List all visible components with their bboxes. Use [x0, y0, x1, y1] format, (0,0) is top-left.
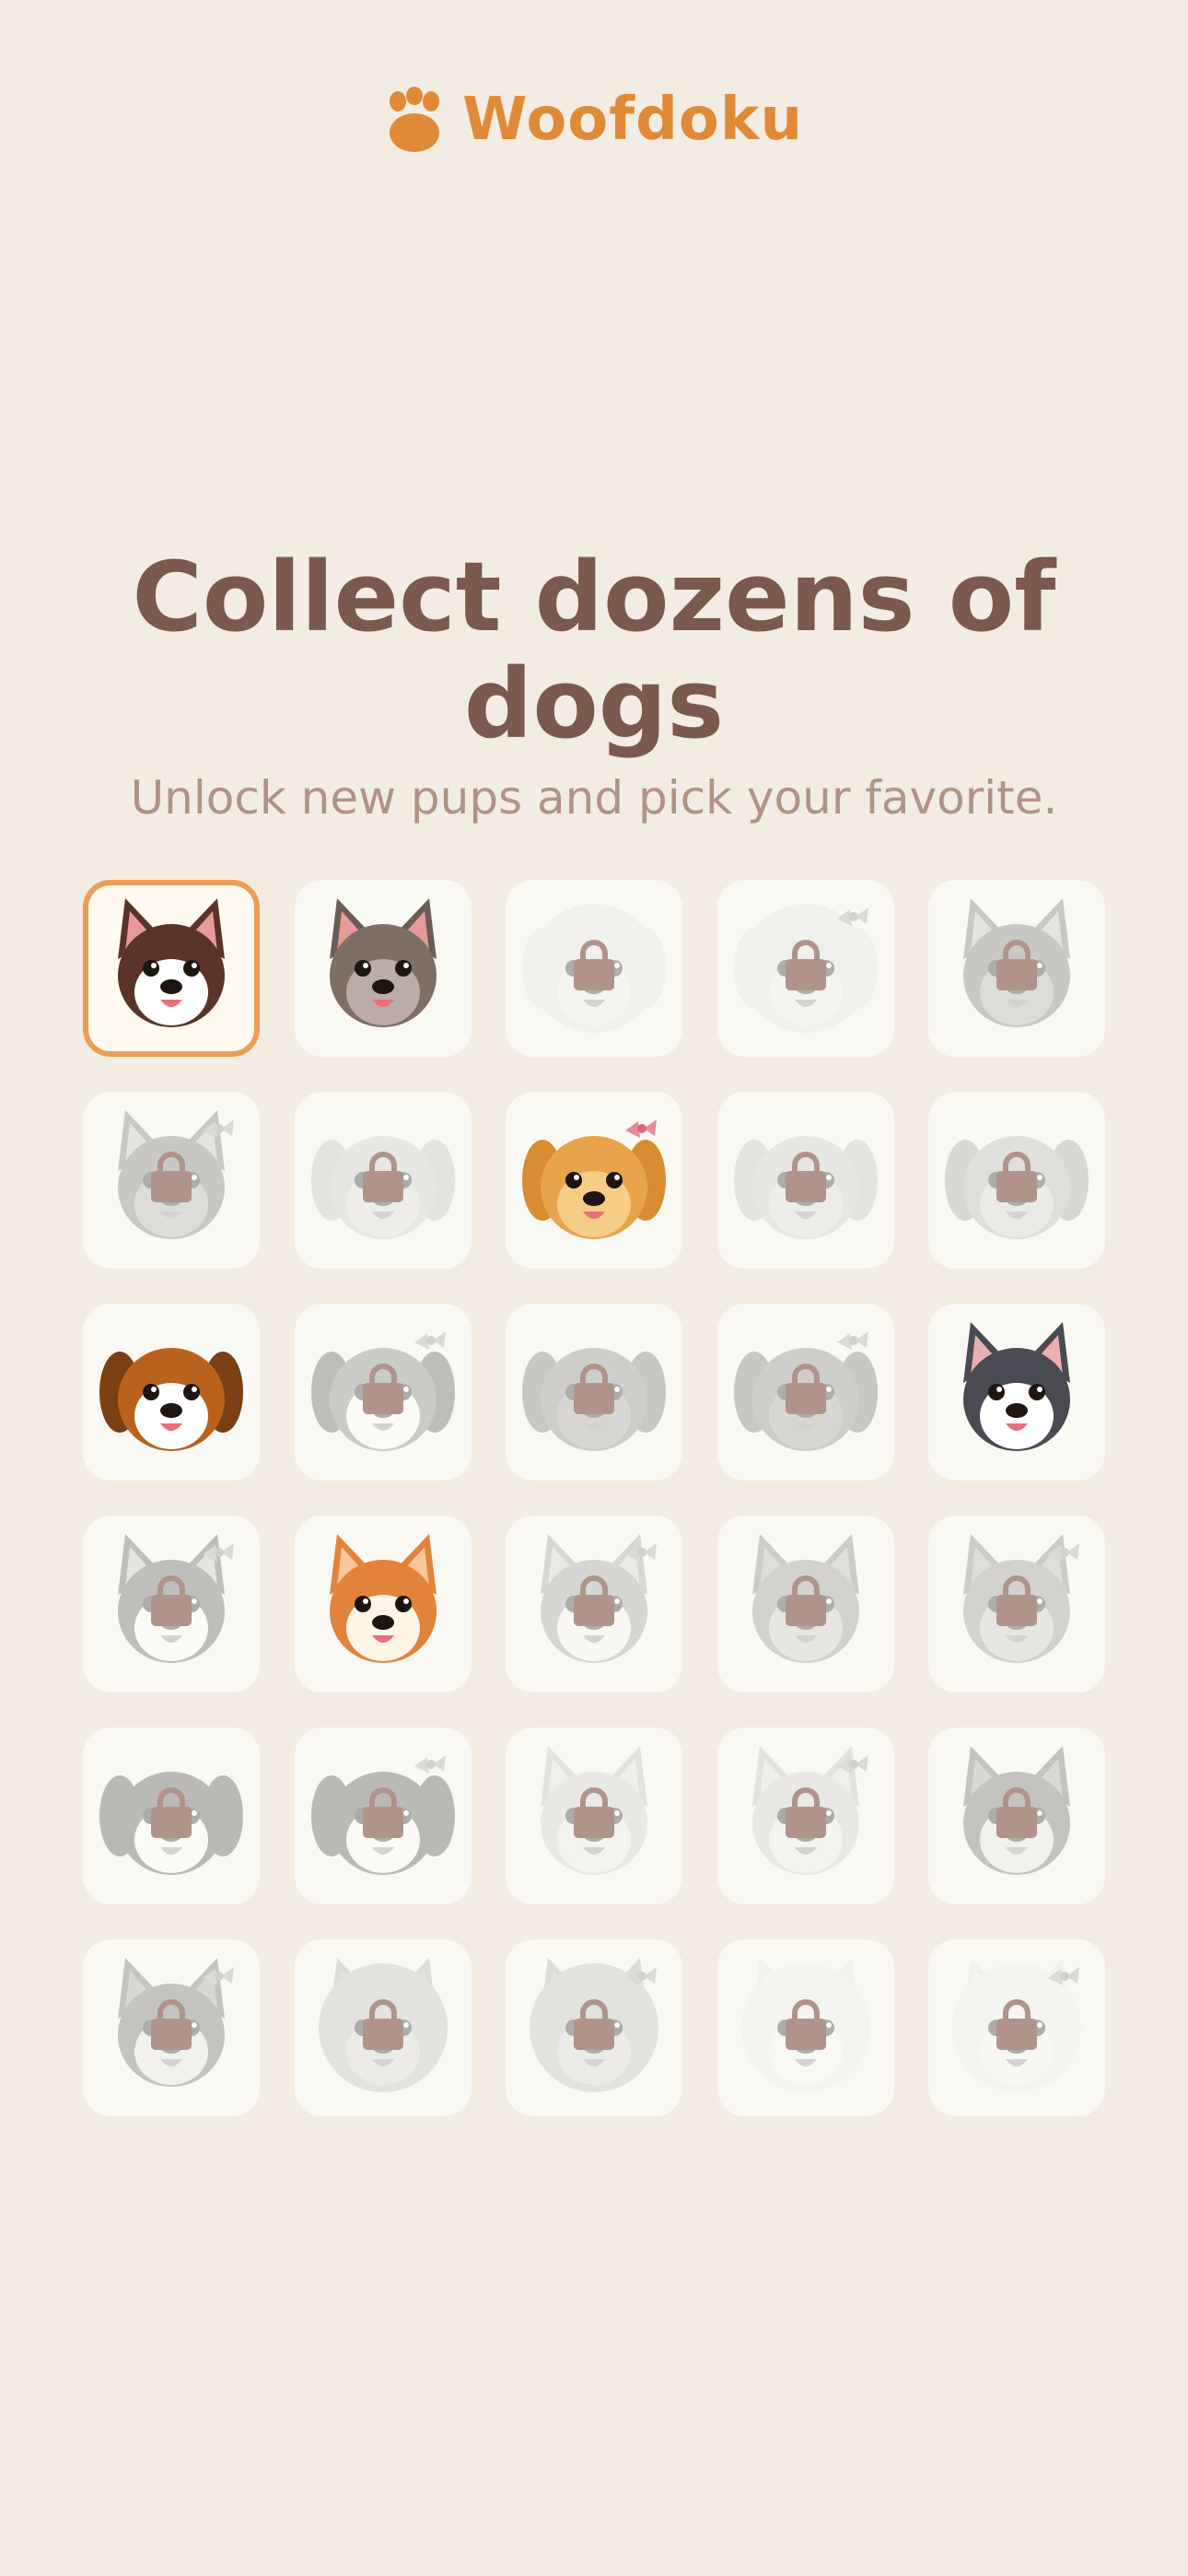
lock-icon: [996, 1999, 1037, 2050]
beagle-icon: [99, 1348, 243, 1451]
lock-icon: [151, 1787, 192, 1838]
dog-tile[interactable]: [506, 1304, 682, 1481]
app-header: Woofdoku: [0, 74, 1188, 166]
lock-icon: [785, 1787, 826, 1838]
dog-tile[interactable]: [716, 1516, 894, 1692]
dog-tile[interactable]: [928, 1304, 1105, 1481]
golden-retriever-bow-icon: [522, 1119, 666, 1239]
app-title: Woofdoku: [462, 86, 803, 154]
dog-tile[interactable]: [83, 1727, 260, 1904]
dog-tile[interactable]: [294, 1939, 472, 2116]
lock-icon: [785, 940, 826, 990]
french-bulldog-icon: [118, 898, 225, 1027]
dog-tile[interactable]: [83, 1092, 260, 1269]
page-subtitle: Unlock new pups and pick your favorite.: [130, 771, 1058, 825]
lock-icon: [151, 1575, 192, 1626]
lock-icon: [785, 1999, 826, 2050]
lock-icon: [362, 1999, 403, 2050]
dog-tile[interactable]: [83, 1304, 260, 1481]
dog-tile[interactable]: [716, 880, 894, 1057]
dog-tile[interactable]: [928, 880, 1105, 1057]
dog-tile[interactable]: [83, 1516, 260, 1692]
lock-icon: [574, 940, 614, 990]
dog-tile[interactable]: [294, 1516, 472, 1692]
dog-tile[interactable]: [294, 1727, 472, 1904]
husky-icon: [963, 1322, 1070, 1451]
lock-icon: [362, 1152, 403, 1202]
lock-icon: [996, 1152, 1037, 1202]
page-title: Collect dozens of dogs: [132, 541, 1056, 760]
dog-tile[interactable]: [506, 1939, 682, 2116]
lock-icon: [362, 1787, 403, 1838]
dog-tile[interactable]: [716, 1092, 894, 1269]
lock-icon: [151, 1999, 192, 2050]
dog-tile[interactable]: [83, 880, 260, 1057]
dog-tile[interactable]: [928, 1516, 1105, 1692]
dog-tile[interactable]: [506, 1092, 682, 1269]
dog-tile[interactable]: [928, 1092, 1105, 1269]
lock-icon: [151, 1152, 192, 1202]
lock-icon: [996, 940, 1037, 990]
paw-icon: [390, 87, 439, 152]
lock-icon: [996, 1575, 1037, 1626]
dog-tile[interactable]: [928, 1727, 1105, 1904]
merle-french-bulldog-icon: [329, 898, 437, 1027]
dog-tile[interactable]: [716, 1939, 894, 2116]
lock-icon: [574, 1999, 614, 2050]
dog-tile[interactable]: [716, 1304, 894, 1481]
lock-icon: [574, 1364, 614, 1414]
lock-icon: [785, 1575, 826, 1626]
dog-tile[interactable]: [716, 1727, 894, 1904]
shiba-inu-icon: [329, 1534, 437, 1663]
dog-tile[interactable]: [294, 1092, 472, 1269]
lock-icon: [996, 1787, 1037, 1838]
dog-tile[interactable]: [928, 1939, 1105, 2116]
lock-icon: [785, 1364, 826, 1414]
dog-tile[interactable]: [506, 1727, 682, 1904]
dog-tile[interactable]: [294, 880, 472, 1057]
dog-tile[interactable]: [506, 1516, 682, 1692]
lock-icon: [574, 1787, 614, 1838]
dog-tile[interactable]: [506, 880, 682, 1057]
dog-collection-grid: [83, 880, 1105, 2116]
lock-icon: [574, 1575, 614, 1626]
lock-icon: [362, 1364, 403, 1414]
dog-tile[interactable]: [83, 1939, 260, 2116]
dog-tile[interactable]: [294, 1304, 472, 1481]
lock-icon: [785, 1152, 826, 1202]
